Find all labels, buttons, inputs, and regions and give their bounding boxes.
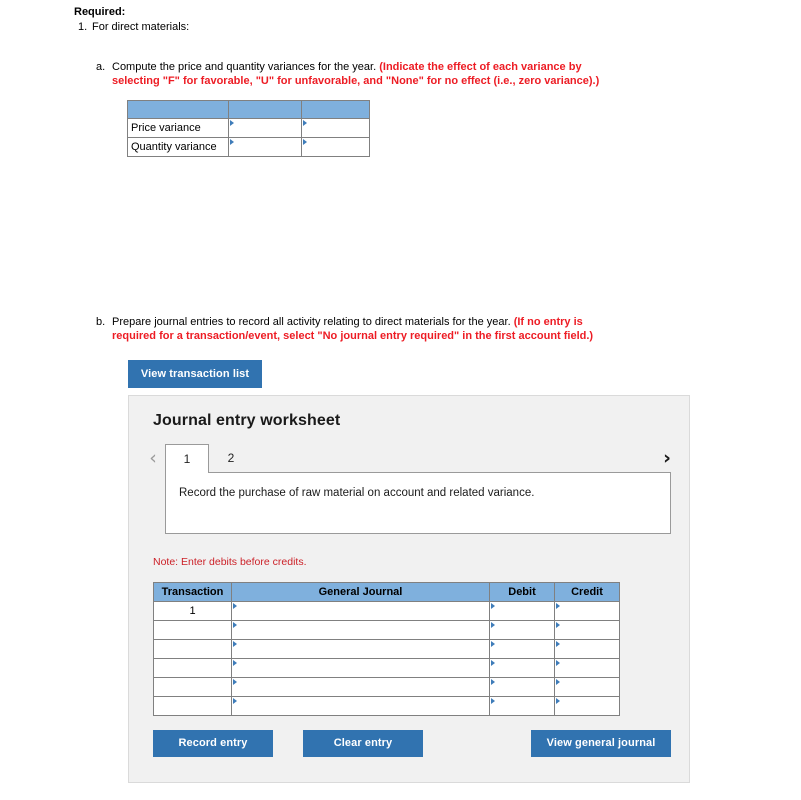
transaction-description-box: Record the purchase of raw material on a… (165, 472, 671, 534)
chevron-left-icon[interactable]: ‹ (143, 444, 163, 472)
table-row (153, 677, 620, 697)
cell-marker-icon (233, 698, 237, 704)
journal-row-2-credit-cell[interactable] (554, 620, 620, 640)
cell-marker-icon (230, 139, 234, 145)
quantity-variance-amount-cell[interactable] (228, 137, 302, 157)
required-item-text: For direct materials: (92, 21, 190, 33)
table-row (153, 639, 620, 659)
cell-marker-icon (230, 120, 234, 126)
cell-marker-icon (556, 679, 560, 685)
part-a-text-wrap: Compute the price and quantity variances… (112, 60, 616, 88)
required-block: Required: 1. For direct materials: (74, 5, 724, 34)
journal-entry-table: Transaction General Journal Debit Credit… (153, 582, 620, 716)
part-b-text: Prepare journal entries to record all ac… (112, 316, 514, 328)
table-row: Price variance (127, 118, 370, 138)
cell-marker-icon (491, 679, 495, 685)
cell-marker-icon (491, 698, 495, 704)
view-transaction-list-button[interactable]: View transaction list (128, 360, 262, 388)
cell-marker-icon (491, 641, 495, 647)
required-item-1: 1. For direct materials: (74, 20, 724, 34)
cell-marker-icon (233, 622, 237, 628)
required-item-number: 1. (78, 21, 88, 33)
cell-marker-icon (556, 641, 560, 647)
cell-marker-icon (556, 660, 560, 666)
table-row (153, 658, 620, 678)
variance-table: Price variance Quantity variance (127, 100, 370, 157)
journal-row-1-account-cell[interactable] (231, 601, 490, 621)
journal-row-2-transaction (153, 620, 232, 640)
variance-header-blank-2 (228, 100, 302, 119)
view-general-journal-button[interactable]: View general journal (531, 730, 671, 757)
price-variance-amount-cell[interactable] (228, 118, 302, 138)
part-b: b. Prepare journal entries to record all… (96, 315, 616, 343)
journal-row-6-debit-cell[interactable] (489, 696, 555, 716)
cell-marker-icon (491, 622, 495, 628)
journal-table-wrap: Transaction General Journal Debit Credit… (153, 582, 620, 716)
column-header-debit: Debit (489, 582, 555, 602)
required-label: Required: (74, 6, 126, 18)
journal-row-1-debit-cell[interactable] (489, 601, 555, 621)
record-entry-button[interactable]: Record entry (153, 730, 273, 757)
debits-before-credits-note: Note: Enter debits before credits. (153, 556, 307, 568)
column-header-credit: Credit (554, 582, 620, 602)
cell-marker-icon (233, 641, 237, 647)
cell-marker-icon (303, 120, 307, 126)
journal-row-1-transaction: 1 (153, 601, 232, 621)
journal-row-1-credit-cell[interactable] (554, 601, 620, 621)
price-variance-label: Price variance (127, 118, 229, 138)
table-row: 1 (153, 601, 620, 621)
cell-marker-icon (303, 139, 307, 145)
journal-row-3-debit-cell[interactable] (489, 639, 555, 659)
cell-marker-icon (233, 679, 237, 685)
table-row (153, 620, 620, 640)
clear-entry-button[interactable]: Clear entry (303, 730, 423, 757)
journal-row-4-account-cell[interactable] (231, 658, 490, 678)
journal-entry-worksheet-panel: Journal entry worksheet ‹ 1 2 › Record t… (128, 395, 690, 783)
cell-marker-icon (233, 603, 237, 609)
variance-header-blank-3 (301, 100, 370, 119)
tab-2[interactable]: 2 (211, 444, 251, 472)
journal-row-6-credit-cell[interactable] (554, 696, 620, 716)
journal-row-4-transaction (153, 658, 232, 678)
journal-row-6-account-cell[interactable] (231, 696, 490, 716)
transaction-description-text: Record the purchase of raw material on a… (179, 487, 535, 499)
price-variance-effect-cell[interactable] (301, 118, 370, 138)
journal-row-2-account-cell[interactable] (231, 620, 490, 640)
part-a-letter: a. (96, 61, 106, 73)
journal-row-2-debit-cell[interactable] (489, 620, 555, 640)
tab-1[interactable]: 1 (165, 444, 209, 473)
quantity-variance-effect-cell[interactable] (301, 137, 370, 157)
journal-row-3-account-cell[interactable] (231, 639, 490, 659)
journal-row-5-debit-cell[interactable] (489, 677, 555, 697)
journal-row-3-transaction (153, 639, 232, 659)
page-title: Journal entry worksheet (153, 412, 341, 429)
cell-marker-icon (556, 622, 560, 628)
cell-marker-icon (233, 660, 237, 666)
journal-row-6-transaction (153, 696, 232, 716)
table-row: Quantity variance (127, 137, 370, 157)
part-a: a. Compute the price and quantity varian… (96, 60, 616, 88)
journal-row-3-credit-cell[interactable] (554, 639, 620, 659)
worksheet-tabs: ‹ 1 2 › (143, 444, 677, 473)
column-header-transaction: Transaction (153, 582, 232, 602)
variance-header-blank-1 (127, 100, 229, 119)
part-a-text: Compute the price and quantity variances… (112, 61, 380, 73)
column-header-general-journal: General Journal (231, 582, 490, 602)
cell-marker-icon (556, 603, 560, 609)
table-row (153, 696, 620, 716)
journal-table-header-row: Transaction General Journal Debit Credit (153, 582, 620, 602)
cell-marker-icon (491, 603, 495, 609)
journal-row-5-account-cell[interactable] (231, 677, 490, 697)
part-b-letter: b. (96, 316, 106, 328)
chevron-right-icon[interactable]: › (657, 444, 677, 472)
journal-row-5-transaction (153, 677, 232, 697)
part-b-text-wrap: Prepare journal entries to record all ac… (112, 315, 616, 343)
quantity-variance-label: Quantity variance (127, 137, 229, 157)
journal-row-5-credit-cell[interactable] (554, 677, 620, 697)
variance-table-header-row (127, 100, 370, 119)
cell-marker-icon (556, 698, 560, 704)
journal-row-4-credit-cell[interactable] (554, 658, 620, 678)
journal-row-4-debit-cell[interactable] (489, 658, 555, 678)
cell-marker-icon (491, 660, 495, 666)
